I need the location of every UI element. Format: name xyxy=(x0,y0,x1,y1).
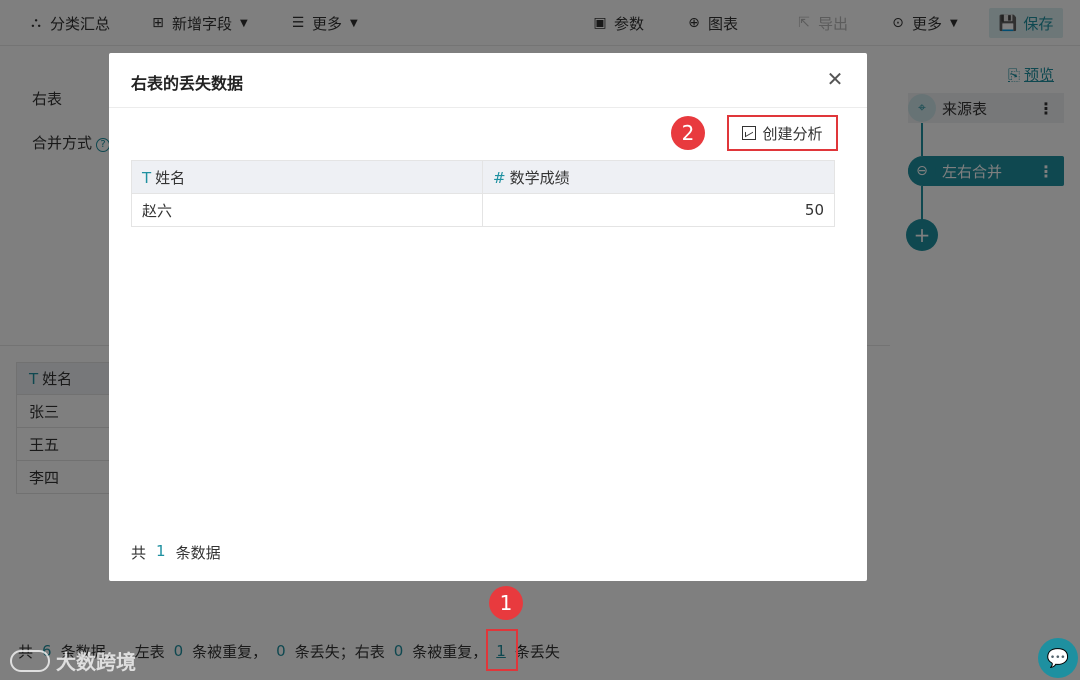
watermark: 大数跨境 xyxy=(10,646,136,675)
create-analysis-button[interactable]: 创建分析 xyxy=(727,115,838,151)
dialog-header: 右表的丢失数据 ✕ xyxy=(109,53,867,108)
close-icon[interactable]: ✕ xyxy=(823,67,847,91)
highlight-box xyxy=(486,629,518,671)
number-type-icon: # xyxy=(493,168,506,187)
step-badge-2: 2 xyxy=(671,116,705,150)
step-badge-1: 1 xyxy=(489,586,523,620)
chat-support-icon[interactable]: 💬 xyxy=(1038,638,1078,678)
column-header-name: T 姓名 xyxy=(131,160,483,194)
dialog-footer: 共 1 条数据 xyxy=(131,542,221,562)
lost-data-dialog: 右表的丢失数据 ✕ 2 创建分析 T 姓名 # 数学成绩 赵六 50 共 1 条数据 xyxy=(109,53,867,581)
table-row: 赵六 50 xyxy=(131,193,835,227)
text-type-icon: T xyxy=(142,168,152,187)
lost-data-table: T 姓名 # 数学成绩 赵六 50 xyxy=(131,160,835,227)
cell-score: 50 xyxy=(482,193,835,227)
watermark-logo-icon xyxy=(10,649,50,672)
cell-name: 赵六 xyxy=(131,193,483,227)
column-header-score: # 数学成绩 xyxy=(482,160,835,194)
table-header: T 姓名 # 数学成绩 xyxy=(131,160,835,194)
chart-icon xyxy=(742,126,757,140)
dialog-title: 右表的丢失数据 xyxy=(131,74,244,93)
